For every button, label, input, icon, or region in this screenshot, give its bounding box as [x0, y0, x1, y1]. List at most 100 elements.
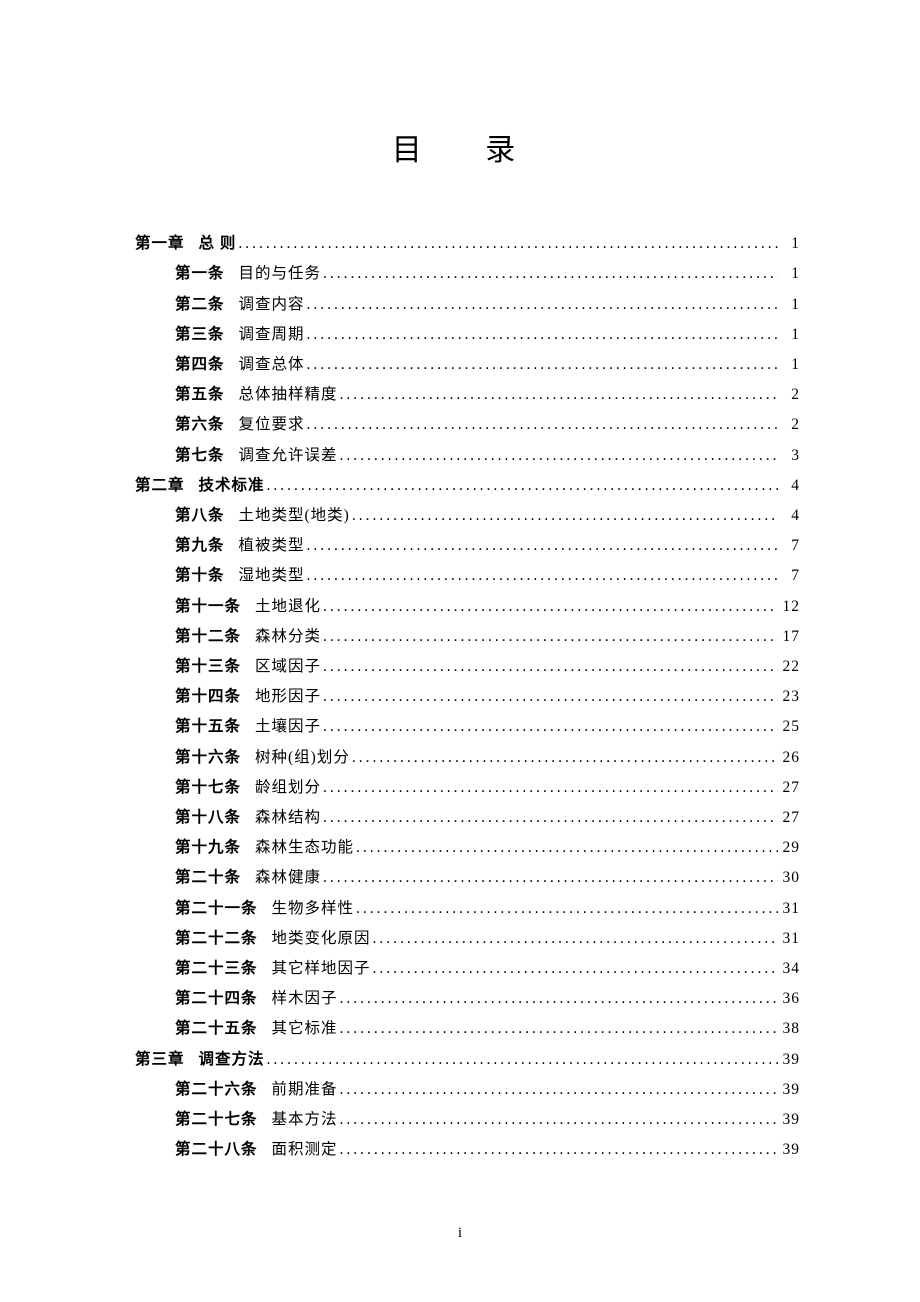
dot-leader	[307, 350, 778, 380]
toc-article-row: 第二十五条其它标准38	[135, 1014, 800, 1044]
toc-article-row: 第一条目的与任务 1	[135, 259, 800, 289]
toc-article-row: 第五条总体抽样精度2	[135, 380, 800, 410]
dot-leader	[307, 410, 778, 440]
chapter-title: 调查方法	[199, 1045, 265, 1075]
article-number: 第二十六条	[175, 1075, 258, 1105]
toc-article-row: 第九条植被类型7	[135, 531, 800, 561]
toc-page-number: 2	[782, 410, 800, 440]
toc-article-row: 第三条调查周期1	[135, 320, 800, 350]
article-number: 第十四条	[175, 682, 241, 712]
dot-leader	[340, 1135, 778, 1165]
article-number: 第二十条	[175, 863, 241, 893]
article-title: 基本方法	[272, 1105, 338, 1135]
toc-article-row: 第二十一条生物多样性 31	[135, 894, 800, 924]
chapter-number: 第一章	[135, 229, 185, 259]
toc-page-number: 39	[782, 1135, 800, 1165]
article-title: 生物多样性	[272, 894, 355, 924]
dot-leader	[356, 833, 778, 863]
toc-article-row: 第十一条土地退化12	[135, 592, 800, 622]
toc-article-row: 第十条湿地类型7	[135, 561, 800, 591]
article-number: 第六条	[175, 410, 225, 440]
toc-page-number: 4	[782, 471, 800, 501]
article-number: 第五条	[175, 380, 225, 410]
toc-article-row: 第十九条森林生态功能29	[135, 833, 800, 863]
toc-article-row: 第二十八条面积测定39	[135, 1135, 800, 1165]
article-number: 第十三条	[175, 652, 241, 682]
toc-article-row: 第七条调查允许误差3	[135, 441, 800, 471]
toc-page-number: 34	[782, 954, 800, 984]
article-number: 第十二条	[175, 622, 241, 652]
toc-article-row: 第十二条森林分类 17	[135, 622, 800, 652]
toc-page-number: 7	[782, 561, 800, 591]
toc-article-row: 第十三条区域因子 22	[135, 652, 800, 682]
dot-leader	[323, 259, 778, 289]
toc-article-row: 第二十四条样木因子36	[135, 984, 800, 1014]
article-number: 第十六条	[175, 743, 241, 773]
toc-article-row: 第二十七条基本方法39	[135, 1105, 800, 1135]
article-title: 调查内容	[239, 290, 305, 320]
toc-page-number: 1	[782, 290, 800, 320]
article-number: 第八条	[175, 501, 225, 531]
toc-page-number: 31	[782, 894, 800, 924]
dot-leader	[323, 682, 778, 712]
dot-leader	[307, 320, 778, 350]
toc-article-row: 第十四条地形因子23	[135, 682, 800, 712]
toc-page-number: 29	[782, 833, 800, 863]
chapter-title: 总 则	[199, 229, 237, 259]
article-title: 总体抽样精度	[239, 380, 338, 410]
toc-article-row: 第十八条森林结构27	[135, 803, 800, 833]
table-of-contents: 第一章总 则1第一条目的与任务1第二条调查内容1第三条调查周期1第四条调查总体1…	[135, 229, 800, 1165]
dot-leader	[267, 471, 778, 501]
article-title: 土地类型(地类)	[239, 501, 350, 531]
article-number: 第四条	[175, 350, 225, 380]
toc-page-number: 30	[782, 863, 800, 893]
article-number: 第九条	[175, 531, 225, 561]
dot-leader	[373, 954, 778, 984]
toc-article-row: 第十五条土壤因子25	[135, 712, 800, 742]
article-number: 第二十一条	[175, 894, 258, 924]
dot-leader	[323, 773, 778, 803]
article-number: 第二十四条	[175, 984, 258, 1014]
toc-chapter-row: 第三章调查方法39	[135, 1045, 800, 1075]
dot-leader	[340, 1075, 778, 1105]
article-title: 面积测定	[272, 1135, 338, 1165]
article-title: 目的与任务	[239, 259, 322, 289]
toc-article-row: 第十七条龄组划分 27	[135, 773, 800, 803]
article-number: 第十七条	[175, 773, 241, 803]
article-title: 调查总体	[239, 350, 305, 380]
article-number: 第十九条	[175, 833, 241, 863]
dot-leader	[356, 894, 778, 924]
article-number: 第二十二条	[175, 924, 258, 954]
toc-chapter-row: 第二章技术标准4	[135, 471, 800, 501]
toc-article-row: 第四条调查总体1	[135, 350, 800, 380]
article-title: 森林健康	[255, 863, 321, 893]
page-number-footer: i	[0, 1225, 920, 1242]
article-number: 第十条	[175, 561, 225, 591]
toc-page-number: 1	[782, 259, 800, 289]
article-title: 调查允许误差	[239, 441, 338, 471]
toc-page-number: 22	[782, 652, 800, 682]
article-title: 调查周期	[239, 320, 305, 350]
dot-leader	[323, 803, 778, 833]
toc-page-number: 3	[782, 441, 800, 471]
article-title: 区域因子	[255, 652, 321, 682]
article-title: 复位要求	[239, 410, 305, 440]
article-title: 树种(组)划分	[255, 743, 350, 773]
toc-page-number: 25	[782, 712, 800, 742]
toc-article-row: 第六条复位要求 2	[135, 410, 800, 440]
dot-leader	[307, 561, 778, 591]
toc-article-row: 第二条调查内容1	[135, 290, 800, 320]
article-number: 第一条	[175, 259, 225, 289]
toc-page-number: 4	[782, 501, 800, 531]
toc-page-number: 17	[782, 622, 800, 652]
toc-page-number: 26	[782, 743, 800, 773]
toc-title: 目 录	[135, 125, 800, 169]
toc-page-number: 27	[782, 773, 800, 803]
toc-page-number: 12	[782, 592, 800, 622]
article-title: 龄组划分	[255, 773, 321, 803]
dot-leader	[340, 984, 778, 1014]
article-title: 森林分类	[255, 622, 321, 652]
dot-leader	[352, 501, 778, 531]
dot-leader	[340, 1014, 778, 1044]
chapter-number: 第二章	[135, 471, 185, 501]
